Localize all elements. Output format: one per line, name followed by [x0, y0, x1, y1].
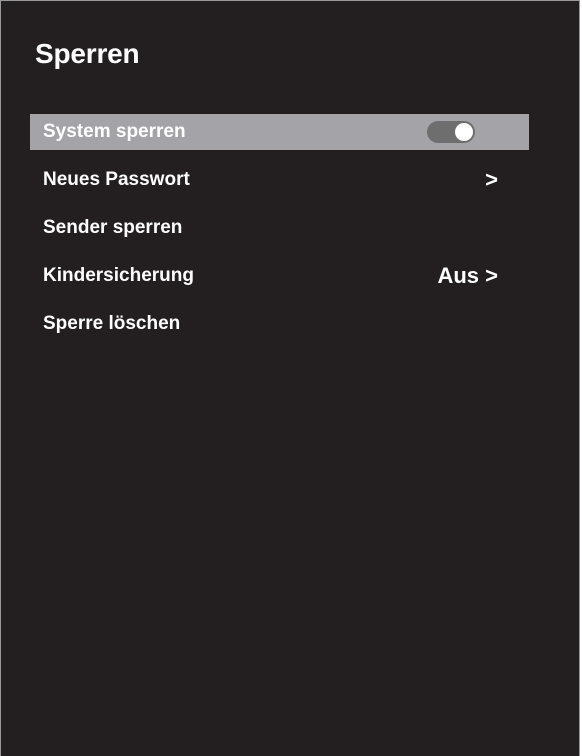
menu-item-label: System sperren — [43, 121, 186, 142]
menu-item-neues-passwort[interactable]: Neues Passwort > — [30, 162, 529, 198]
system-lock-toggle[interactable] — [427, 121, 475, 143]
lock-settings-screen: Sperren System sperren Neues Passwort > … — [0, 0, 580, 756]
page-title: Sperren — [35, 38, 140, 69]
menu-item-sperre-loeschen[interactable]: Sperre löschen — [30, 306, 529, 342]
chevron-right-icon: > — [485, 167, 498, 192]
menu-item-label: Sperre löschen — [43, 313, 181, 334]
menu-item-label: Neues Passwort — [43, 169, 190, 190]
menu-item-sender-sperren[interactable]: Sender sperren — [30, 210, 529, 246]
menu-item-system-sperren[interactable]: System sperren — [30, 114, 529, 150]
toggle-knob — [455, 123, 473, 141]
menu-item-label: Sender sperren — [43, 217, 183, 238]
menu-item-label: Kindersicherung — [43, 265, 194, 286]
lock-menu: System sperren Neues Passwort > Sender s… — [30, 114, 529, 354]
parental-control-value: Aus > — [437, 263, 498, 288]
menu-item-kindersicherung[interactable]: Kindersicherung Aus > — [30, 258, 529, 294]
